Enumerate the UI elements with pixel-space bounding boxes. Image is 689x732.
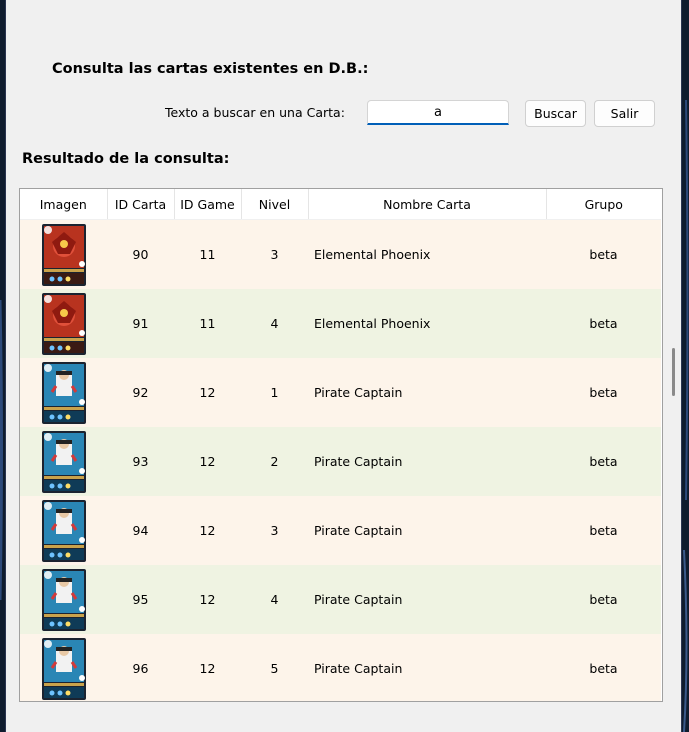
pirate-captain-card-icon (41, 637, 86, 700)
grupo-cell: beta (546, 358, 661, 427)
card-image-cell (20, 358, 107, 427)
table-row[interactable]: 94 12 3 Pirate Captain beta (20, 496, 661, 565)
id-carta-cell: 92 (107, 358, 174, 427)
search-button[interactable]: Buscar (525, 100, 586, 127)
nombre-carta-cell: Pirate Captain (308, 565, 546, 634)
table-row[interactable]: 93 12 2 Pirate Captain beta (20, 427, 661, 496)
card-image-cell (20, 289, 107, 358)
table-row[interactable]: 95 12 4 Pirate Captain beta (20, 565, 661, 634)
card-query-window: Consulta las cartas existentes en D.B.: … (5, 0, 682, 732)
scrollbar-thumb[interactable] (672, 348, 675, 396)
id-carta-cell: 95 (107, 565, 174, 634)
grupo-cell: beta (546, 496, 661, 565)
column-header-imagen[interactable]: Imagen (20, 189, 108, 220)
nivel-cell: 1 (241, 358, 308, 427)
elemental-phoenix-card-icon (41, 292, 86, 355)
nombre-carta-cell: Pirate Captain (308, 427, 546, 496)
nombre-carta-cell: Elemental Phoenix (308, 219, 546, 289)
results-label: Resultado de la consulta: (22, 151, 230, 167)
pirate-captain-card-icon (41, 499, 86, 562)
nivel-cell: 3 (241, 219, 308, 289)
nivel-cell: 3 (241, 496, 308, 565)
grupo-cell: beta (546, 427, 661, 496)
column-header-id-game[interactable]: ID Game (174, 189, 242, 220)
column-header-id-carta[interactable]: ID Carta (107, 189, 175, 220)
nombre-carta-cell: Pirate Captain (308, 634, 546, 701)
pirate-captain-card-icon (41, 430, 86, 493)
nombre-carta-cell: Elemental Phoenix (308, 289, 546, 358)
table-row[interactable]: 91 11 4 Elemental Phoenix beta (20, 289, 661, 358)
exit-button[interactable]: Salir (594, 100, 655, 127)
id-carta-cell: 91 (107, 289, 174, 358)
id-game-cell: 12 (174, 358, 241, 427)
card-image-cell (20, 565, 107, 634)
id-game-cell: 12 (174, 496, 241, 565)
id-game-cell: 12 (174, 634, 241, 701)
id-carta-cell: 90 (107, 219, 174, 289)
column-header-grupo[interactable]: Grupo (546, 189, 661, 220)
table-row[interactable]: 96 12 5 Pirate Captain beta (20, 634, 661, 701)
id-game-cell: 12 (174, 427, 241, 496)
id-carta-cell: 94 (107, 496, 174, 565)
results-table[interactable]: Imagen ID Carta ID Game Nivel Nombre Car… (19, 188, 663, 702)
search-input[interactable] (367, 100, 509, 125)
id-game-cell: 11 (174, 289, 241, 358)
table-header-row: Imagen ID Carta ID Game Nivel Nombre Car… (20, 189, 661, 220)
card-image-cell (20, 219, 107, 289)
nombre-carta-cell: Pirate Captain (308, 496, 546, 565)
card-image-cell (20, 496, 107, 565)
table-row[interactable]: 90 11 3 Elemental Phoenix beta (20, 219, 661, 289)
pirate-captain-card-icon (41, 361, 86, 424)
search-label: Texto a buscar en una Carta: (165, 105, 345, 120)
column-header-nivel[interactable]: Nivel (241, 189, 309, 220)
grupo-cell: beta (546, 289, 661, 358)
grupo-cell: beta (546, 219, 661, 289)
nombre-carta-cell: Pirate Captain (308, 358, 546, 427)
pirate-captain-card-icon (41, 568, 86, 631)
page-title: Consulta las cartas existentes en D.B.: (52, 61, 369, 77)
id-carta-cell: 96 (107, 634, 174, 701)
nivel-cell: 4 (241, 289, 308, 358)
card-image-cell (20, 427, 107, 496)
id-game-cell: 11 (174, 219, 241, 289)
id-game-cell: 12 (174, 565, 241, 634)
nivel-cell: 5 (241, 634, 308, 701)
nivel-cell: 4 (241, 565, 308, 634)
id-carta-cell: 93 (107, 427, 174, 496)
nivel-cell: 2 (241, 427, 308, 496)
grupo-cell: beta (546, 634, 661, 701)
grupo-cell: beta (546, 565, 661, 634)
card-image-cell (20, 634, 107, 701)
elemental-phoenix-card-icon (41, 223, 86, 286)
table-row[interactable]: 92 12 1 Pirate Captain beta (20, 358, 661, 427)
column-header-nombre-carta[interactable]: Nombre Carta (308, 189, 547, 220)
